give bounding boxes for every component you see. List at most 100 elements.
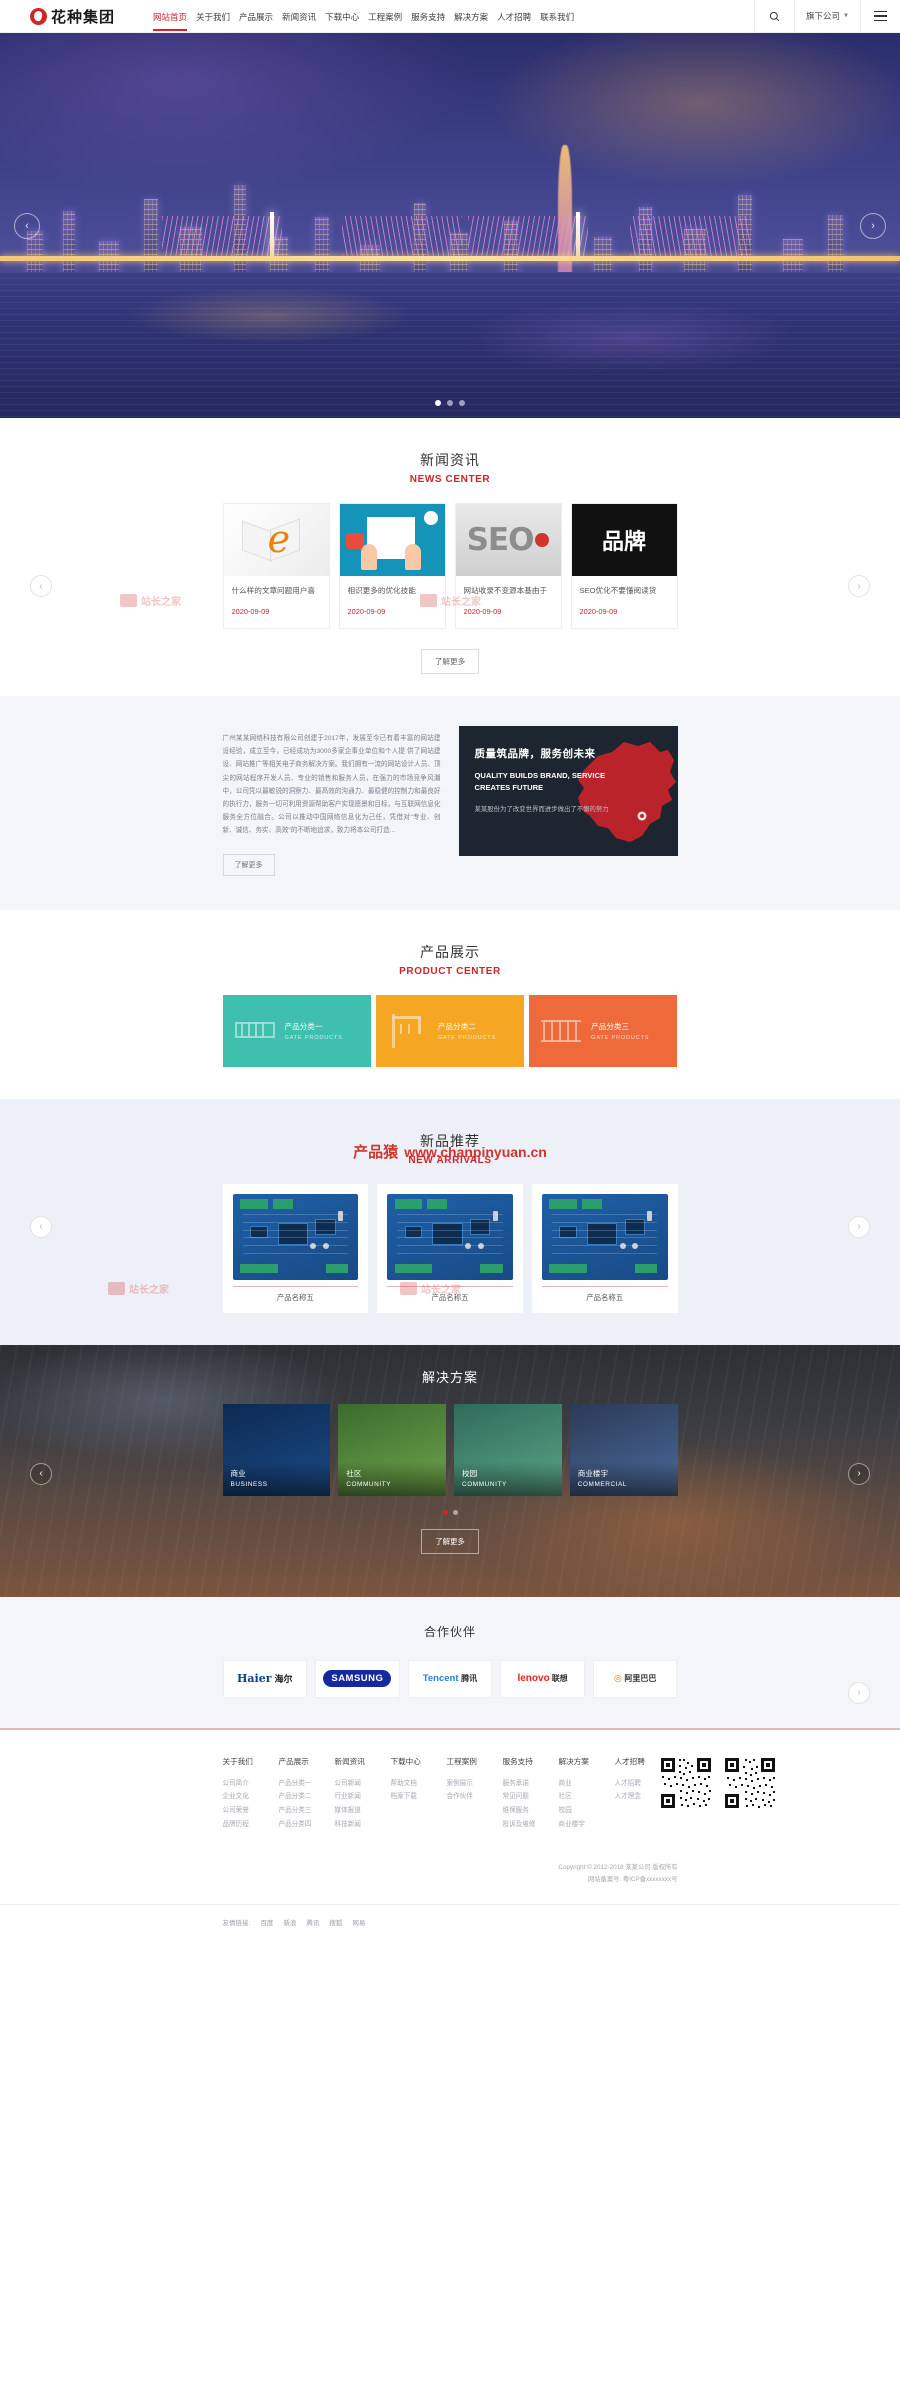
solutions-next-button[interactable]: › xyxy=(848,1462,870,1485)
watermark-url: www.chanpinyuan.cn xyxy=(404,1143,547,1160)
sub-company-label: 旗下公司 xyxy=(806,11,841,21)
arrival-card[interactable]: 产品名称五 xyxy=(377,1183,523,1313)
chevron-down-icon: ▼ xyxy=(843,13,849,19)
solution-name-en: COMMUNITY xyxy=(462,1480,507,1488)
product-icon xyxy=(386,1012,430,1050)
product-card[interactable]: 产品分类一 GATE PRODUCTS xyxy=(222,994,371,1067)
partner-card[interactable]: SAMSUNG xyxy=(315,1659,400,1698)
hero-banner: ‹ › xyxy=(0,33,900,418)
partner-logo-alibaba: ◎ 阿里巴巴 xyxy=(613,1673,657,1683)
product-card[interactable]: 产品分类三 GATE PRODUCTS xyxy=(529,994,678,1067)
footer-link[interactable]: 公司简介 xyxy=(223,1777,267,1791)
footer-link[interactable]: 案例展示 xyxy=(447,1777,491,1791)
banner-prev-button[interactable]: ‹ xyxy=(14,212,40,239)
footer-link-columns: 关于我们 公司简介 企业文化 公司荣誉 品牌历程 产品展示 产品分类一 产品分类二 产品分类三产… xyxy=(223,1756,659,1832)
news-next-button[interactable]: › xyxy=(848,575,870,597)
news-more-button[interactable]: 了解更多 xyxy=(421,649,479,674)
product-card[interactable]: 产品分类二 GATE PRODUCTS xyxy=(375,994,525,1067)
friendly-link[interactable]: 腾讯 xyxy=(306,1917,319,1927)
banner-dot-1[interactable] xyxy=(447,400,453,406)
footer-link[interactable]: 维保服务 xyxy=(503,1804,547,1818)
footer-link[interactable]: 产品分类四 xyxy=(279,1818,323,1832)
footer-link[interactable]: 产品分类一 xyxy=(279,1777,323,1791)
news-card[interactable]: e什么样的文章问题用户喜好?2020-09-09 xyxy=(222,503,330,629)
footer-link[interactable]: 人才理念 xyxy=(615,1790,659,1804)
footer-link[interactable]: 公司新闻 xyxy=(335,1777,379,1791)
nav-item-1[interactable]: 关于我们 xyxy=(196,2,230,31)
solutions-title: 解决方案 xyxy=(421,1369,478,1385)
solutions-more-button[interactable]: 了解更多 xyxy=(421,1528,479,1554)
nav-item-8[interactable]: 人才招聘 xyxy=(497,2,531,31)
footer-link[interactable]: 商业楼宇 xyxy=(559,1818,603,1832)
arrival-card[interactable]: 产品名称五 xyxy=(222,1183,369,1313)
hamburger-menu-button[interactable] xyxy=(860,0,900,33)
footer-link[interactable]: 社区 xyxy=(559,1790,603,1804)
footer-link[interactable]: 行业新闻 xyxy=(335,1790,379,1804)
solution-dot-1[interactable] xyxy=(452,1509,458,1515)
friendly-link[interactable]: 新浪 xyxy=(283,1917,296,1927)
footer-link[interactable]: 商业 xyxy=(559,1777,603,1791)
banner-dot-2[interactable] xyxy=(459,400,465,406)
banner-dot-0[interactable] xyxy=(435,400,441,406)
solution-card[interactable]: 校园 COMMUNITY xyxy=(454,1403,562,1496)
news-card-title: 什么样的文章问题用户喜好? xyxy=(231,586,316,595)
footer-link[interactable]: 媒体报道 xyxy=(335,1804,379,1818)
footer-link[interactable]: 投诉及维修 xyxy=(503,1818,547,1832)
nav-item-0[interactable]: 网站首页 xyxy=(153,2,188,31)
nav-item-6[interactable]: 服务支持 xyxy=(411,2,445,31)
partners-next-button[interactable]: › xyxy=(848,1681,870,1704)
footer-link[interactable]: 档案下载 xyxy=(391,1790,435,1804)
news-card[interactable]: SEO网站收录不变源本基由于这些2020-09-09 xyxy=(454,503,562,629)
products-title-cn: 产品展示 xyxy=(420,943,480,960)
friendly-link[interactable]: 网易 xyxy=(352,1917,365,1927)
sub-company-dropdown[interactable]: 旗下公司 ▼ xyxy=(794,0,860,33)
banner-bridge xyxy=(0,211,900,288)
nav-item-4[interactable]: 下载中心 xyxy=(325,2,359,31)
footer-link[interactable]: 服务承诺 xyxy=(503,1777,547,1791)
solutions-prev-button[interactable]: ‹ xyxy=(30,1462,52,1485)
partner-card[interactable]: lenovo 联想 xyxy=(500,1659,585,1698)
footer-link[interactable]: 常见问题 xyxy=(503,1790,547,1804)
solution-dot-0[interactable] xyxy=(442,1509,448,1515)
friendly-link[interactable]: 百度 xyxy=(260,1917,273,1927)
watermark: 站长之家 xyxy=(120,593,181,608)
footer-link[interactable]: 企业文化 xyxy=(223,1790,267,1804)
nav-item-9[interactable]: 联系我们 xyxy=(540,2,574,31)
banner-next-button[interactable]: › xyxy=(860,212,886,239)
footer-link[interactable]: 产品分类二 xyxy=(279,1790,323,1804)
partner-card[interactable]: ◎ 阿里巴巴 xyxy=(592,1659,678,1698)
footer-link[interactable]: 产品分类三 xyxy=(279,1804,323,1818)
footer-link[interactable]: 品牌历程 xyxy=(223,1818,267,1832)
news-prev-button[interactable]: ‹ xyxy=(30,575,52,597)
arrivals-next-button[interactable]: › xyxy=(848,1215,870,1238)
nav-item-5[interactable]: 工程案例 xyxy=(368,2,402,31)
friendly-link[interactable]: 搜狐 xyxy=(329,1917,342,1927)
footer-link[interactable]: 帮助文档 xyxy=(391,1777,435,1791)
footer-link[interactable]: 合作伙伴 xyxy=(447,1790,491,1804)
friendly-links-label: 友情链接: xyxy=(222,1919,251,1927)
nav-item-3[interactable]: 新闻资讯 xyxy=(282,2,316,31)
footer-link[interactable]: 人才招聘 xyxy=(615,1777,659,1791)
partners-section: 合作伙伴 Haier 海尔 SAMSUNG Tencent 腾讯 lenovo 联想 ◎ 阿… xyxy=(0,1596,900,1728)
footer-column-head: 解决方案 xyxy=(558,1756,589,1766)
news-card[interactable]: 品牌 SEO优化不要懂阅读货 2020-09-09 xyxy=(570,503,678,629)
nav-item-7[interactable]: 解决方案 xyxy=(454,2,488,31)
about-more-button[interactable]: 了解更多 xyxy=(222,853,275,876)
solution-card[interactable]: 社区 COMMUNITY xyxy=(338,1403,446,1496)
solution-card[interactable]: 商业 BUSINESS xyxy=(222,1403,331,1496)
nav-item-2[interactable]: 产品展示 xyxy=(239,2,273,31)
site-logo[interactable]: 花种集团 xyxy=(30,6,115,27)
arrivals-prev-button[interactable]: ‹ xyxy=(30,1215,52,1238)
news-card[interactable]: 相识更多的优化技能 2020-09-09 xyxy=(338,503,446,629)
footer-link[interactable]: 公司荣誉 xyxy=(223,1804,267,1818)
arrival-card[interactable]: 产品名称五 xyxy=(531,1183,678,1313)
partner-card[interactable]: Tencent 腾讯 xyxy=(407,1659,493,1698)
partner-card[interactable]: Haier 海尔 xyxy=(222,1659,308,1698)
arrivals-section: 新品推荐 NEW ARRIVALS 产品名称五 产品名称五 产品名称五 ‹ › 站长… xyxy=(0,1098,900,1345)
solution-card[interactable]: 商业楼宇 COMMERCIAL xyxy=(569,1403,678,1496)
product-name: 产品分类一 xyxy=(284,1021,323,1031)
search-button[interactable] xyxy=(754,0,794,33)
footer-link[interactable]: 校园 xyxy=(559,1804,603,1818)
footer-link[interactable]: 科技新闻 xyxy=(335,1818,379,1832)
footer-column-head: 下载中心 xyxy=(390,1756,421,1766)
